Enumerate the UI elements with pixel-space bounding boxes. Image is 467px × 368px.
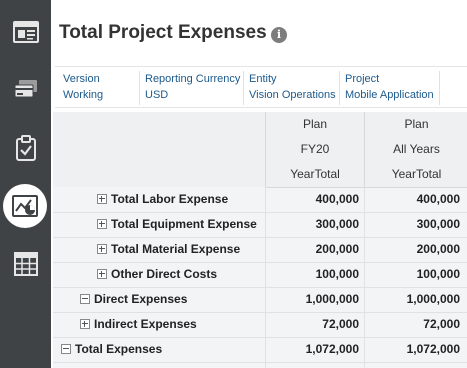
pov-value: USD xyxy=(145,89,169,101)
column-header-period: YearTotal xyxy=(364,162,467,188)
collapse-icon[interactable] xyxy=(80,294,90,304)
table-row: Total Equipment Expense 300,000 300,000 xyxy=(53,212,467,238)
row-label: Direct Expenses xyxy=(80,287,187,312)
pov-divider xyxy=(439,71,440,105)
cell-value[interactable]: 72,000 xyxy=(364,312,460,337)
cell-value[interactable]: 200,000 xyxy=(265,237,359,262)
expand-icon[interactable] xyxy=(80,319,90,329)
row-label: Total Equipment Expense xyxy=(97,212,257,237)
row-label: Total Expenses xyxy=(61,337,162,362)
pov-project[interactable]: Project Mobile Application xyxy=(345,67,434,107)
info-icon[interactable]: i xyxy=(271,27,287,43)
page-title: Total Project Expenses xyxy=(59,22,267,43)
row-label-text: Total Labor Expense xyxy=(111,192,229,206)
collapse-icon[interactable] xyxy=(61,344,71,354)
cell-value[interactable]: 72,000 xyxy=(265,312,359,337)
pov-value: Vision Operations xyxy=(249,89,336,101)
column-header-scenario: Plan xyxy=(265,112,364,138)
pov-bar: Version Working Reporting Currency USD E… xyxy=(55,66,467,108)
pov-value: Working xyxy=(63,89,104,101)
pov-label: Version xyxy=(63,73,100,85)
expand-icon[interactable] xyxy=(97,219,107,229)
expand-icon[interactable] xyxy=(97,194,107,204)
pov-value: Mobile Application xyxy=(345,89,434,101)
row-label-text: Total Material Expense xyxy=(111,242,241,256)
cell-value[interactable]: 1,072,000 xyxy=(265,337,359,362)
cell-value[interactable]: 100,000 xyxy=(265,262,359,287)
cell-value[interactable]: 100,000 xyxy=(364,262,460,287)
row-label: Indirect Expenses xyxy=(80,312,197,337)
column-header-scenario: Plan xyxy=(364,112,467,138)
pov-label: Reporting Currency xyxy=(145,73,241,85)
table-row: Total Material Expense 200,000 200,000 xyxy=(53,237,467,263)
table-row: Other Direct Costs 100,000 100,000 xyxy=(53,262,467,288)
nav-rail xyxy=(0,0,51,368)
cell-value[interactable]: 400,000 xyxy=(364,187,460,212)
table-row: Total Labor Expense 400,000 400,000 xyxy=(53,187,467,213)
cell-value[interactable]: 300,000 xyxy=(364,212,460,237)
pov-entity[interactable]: Entity Vision Operations xyxy=(249,67,336,107)
pov-divider xyxy=(139,71,140,105)
grid-corner xyxy=(53,112,266,187)
data-grid: Plan Plan FY20 All Years YearTotal YearT… xyxy=(53,112,467,368)
cell-value[interactable]: 200,000 xyxy=(364,237,460,262)
table-row: Indirect Expenses 72,000 72,000 xyxy=(53,312,467,338)
row-label-text: Total Equipment Expense xyxy=(111,217,257,231)
table-row: Direct Expenses 1,000,000 1,000,000 xyxy=(53,287,467,313)
table-row: Total Expenses 1,072,000 1,072,000 xyxy=(53,337,467,363)
row-label: Total Material Expense xyxy=(97,237,240,262)
cell-value[interactable]: 300,000 xyxy=(265,212,359,237)
row-label: Total Labor Expense xyxy=(97,187,228,212)
pov-label: Entity xyxy=(249,73,277,85)
column-header-year: FY20 xyxy=(265,137,364,163)
cell-value[interactable]: 1,000,000 xyxy=(265,287,359,312)
cell-value[interactable]: 1,072,000 xyxy=(364,337,460,362)
expand-icon[interactable] xyxy=(97,269,107,279)
row-label-text: Indirect Expenses xyxy=(94,317,197,331)
row-label-text: Other Direct Costs xyxy=(111,267,218,281)
row-label-text: Direct Expenses xyxy=(94,292,188,306)
clipboard-check-icon[interactable] xyxy=(0,126,51,170)
pov-reporting-currency[interactable]: Reporting Currency USD xyxy=(145,67,240,107)
pov-version[interactable]: Version Working xyxy=(63,67,103,107)
pov-label: Project xyxy=(345,73,380,85)
row-label: Other Direct Costs xyxy=(97,262,217,287)
grid-table-icon[interactable] xyxy=(0,242,51,286)
column-header-year: All Years xyxy=(364,137,467,163)
dashboard-icon[interactable] xyxy=(0,10,51,54)
expand-icon[interactable] xyxy=(97,244,107,254)
pov-divider xyxy=(243,71,244,105)
cell-value[interactable]: 1,000,000 xyxy=(364,287,460,312)
cell-value[interactable]: 400,000 xyxy=(265,187,359,212)
chart-report-icon[interactable] xyxy=(3,184,47,228)
row-label-text: Total Expenses xyxy=(75,342,163,356)
expense-cards-icon[interactable] xyxy=(0,68,51,112)
pov-divider xyxy=(339,71,340,105)
column-header-period: YearTotal xyxy=(265,162,364,188)
